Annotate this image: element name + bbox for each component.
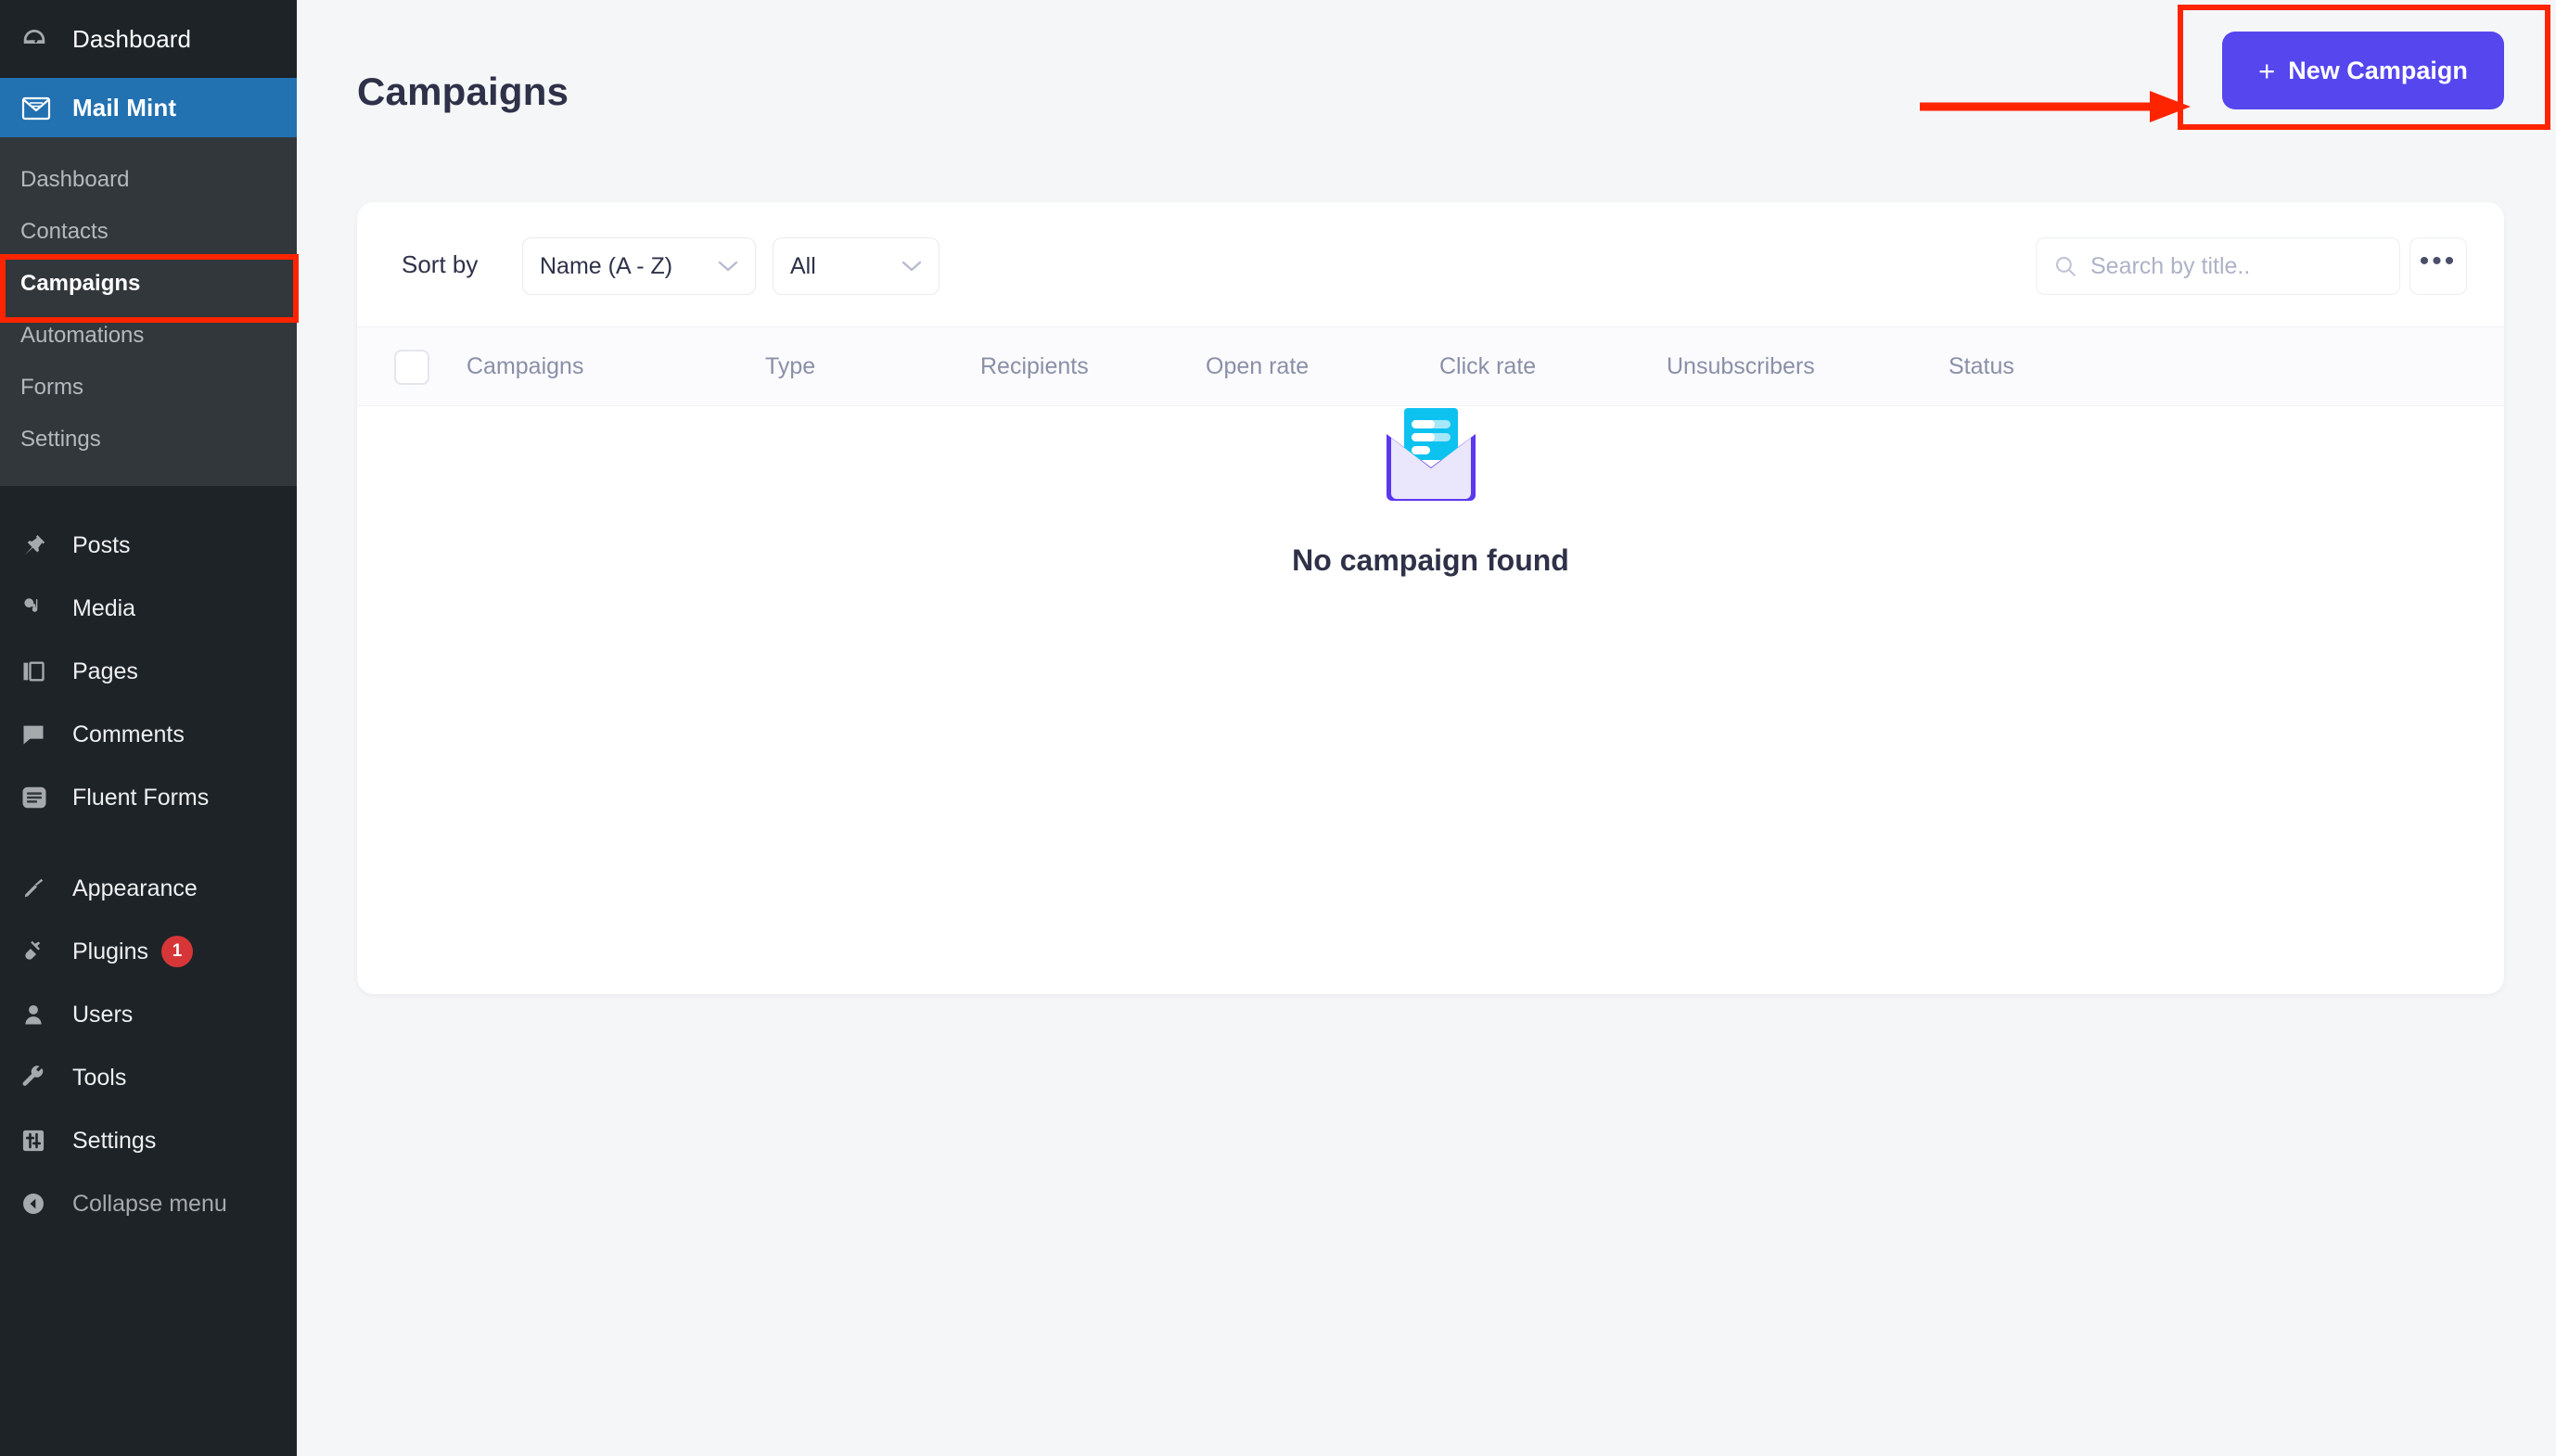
column-header-click-rate[interactable]: Click rate	[1439, 353, 1536, 380]
sidebar-item-label: Appearance	[72, 875, 198, 901]
sidebar-item-label: Mail Mint	[72, 93, 177, 121]
user-icon	[20, 1002, 69, 1028]
sort-select[interactable]: Name (A - Z)	[522, 237, 756, 295]
column-header-campaigns[interactable]: Campaigns	[466, 353, 583, 380]
chevron-down-icon	[887, 260, 922, 273]
sidebar-item-label: Posts	[72, 531, 131, 558]
submenu-item-label: Campaigns	[20, 271, 141, 296]
sidebar-item-users[interactable]: Users	[0, 983, 297, 1046]
sidebar-item-label: Media	[72, 594, 136, 621]
sidebar-item-media[interactable]: Media	[0, 577, 297, 640]
new-campaign-label: New Campaign	[2288, 56, 2468, 84]
plug-icon	[20, 939, 69, 964]
sidebar-item-label: Settings	[72, 1127, 157, 1154]
sidebar-item-label: Users	[72, 1001, 134, 1028]
sidebar-item-label: Comments	[72, 721, 185, 747]
page-title: Campaigns	[357, 70, 569, 113]
sidebar-item-label: Dashboard	[72, 24, 192, 53]
campaigns-toolbar: Sort by Name (A - Z) All Search by title…	[357, 202, 2504, 326]
column-header-recipients[interactable]: Recipients	[980, 353, 1089, 380]
select-all-checkbox[interactable]	[394, 350, 429, 385]
status-filter-select[interactable]: All	[773, 237, 939, 295]
plus-icon: +	[2258, 54, 2276, 87]
envelope-icon	[20, 94, 69, 121]
chevron-down-icon	[703, 260, 738, 273]
pin-icon	[20, 532, 69, 558]
column-header-open-rate[interactable]: Open rate	[1206, 353, 1309, 380]
comment-icon	[20, 722, 69, 747]
sidebar-item-appearance[interactable]: Appearance	[0, 857, 297, 920]
submenu-item-label: Automations	[20, 323, 145, 348]
mail-mint-submenu: Dashboard Contacts Campaigns Automations…	[0, 137, 297, 486]
wrench-icon	[20, 1065, 69, 1091]
sidebar-item-label: Pages	[72, 658, 138, 684]
plugins-update-badge: 1	[161, 936, 193, 967]
submenu-item-campaigns[interactable]: Campaigns	[0, 258, 297, 310]
submenu-item-dashboard[interactable]: Dashboard	[0, 154, 297, 206]
fluent-forms-icon	[20, 784, 69, 811]
sort-select-value: Name (A - Z)	[540, 252, 673, 279]
main-content: Campaigns + New Campaign Sort by Name (A…	[297, 0, 2556, 1456]
sliders-icon	[20, 1128, 69, 1154]
submenu-item-forms[interactable]: Forms	[0, 362, 297, 414]
empty-state: No campaign found	[357, 406, 2504, 578]
media-icon	[20, 595, 69, 621]
sidebar-divider	[0, 486, 297, 514]
sidebar-divider	[0, 829, 297, 857]
dashboard-icon	[20, 25, 69, 53]
column-header-unsubscribers[interactable]: Unsubscribers	[1667, 353, 1815, 380]
search-box[interactable]	[2036, 237, 2400, 295]
submenu-item-contacts[interactable]: Contacts	[0, 206, 297, 258]
sidebar-item-pages[interactable]: Pages	[0, 640, 297, 703]
sidebar-item-collapse-menu[interactable]: Collapse menu	[0, 1172, 297, 1235]
sidebar-item-plugins[interactable]: Plugins 1	[0, 920, 297, 983]
collapse-arrow-icon	[20, 1191, 69, 1217]
sidebar-item-dashboard[interactable]: Dashboard	[0, 0, 297, 78]
column-header-status[interactable]: Status	[1949, 353, 2014, 380]
pages-icon	[20, 658, 69, 684]
sidebar-item-fluent-forms[interactable]: Fluent Forms	[0, 766, 297, 829]
ellipsis-icon: •••	[2419, 245, 2458, 276]
sidebar-item-settings[interactable]: Settings	[0, 1109, 297, 1172]
sidebar-item-label: Fluent Forms	[72, 784, 210, 811]
more-options-button[interactable]: •••	[2409, 237, 2467, 295]
annotation-arrow-icon	[1920, 91, 2191, 122]
submenu-item-label: Settings	[20, 427, 101, 452]
campaigns-table-header: Campaigns Type Recipients Open rate Clic…	[357, 326, 2504, 406]
sidebar-item-tools[interactable]: Tools	[0, 1046, 297, 1109]
sidebar-item-posts[interactable]: Posts	[0, 514, 297, 577]
sidebar-item-label: Plugins	[72, 938, 148, 964]
submenu-item-label: Forms	[20, 375, 83, 400]
wp-admin-sidebar: Dashboard Mail Mint Dashboard Contacts C…	[0, 0, 297, 1456]
sidebar-item-label: Collapse menu	[72, 1190, 227, 1217]
submenu-item-settings[interactable]: Settings	[0, 414, 297, 466]
sidebar-item-comments[interactable]: Comments	[0, 703, 297, 766]
status-filter-value: All	[790, 252, 816, 279]
empty-mail-illustration-icon	[1386, 408, 1476, 501]
submenu-item-label: Dashboard	[20, 167, 130, 192]
brush-icon	[20, 875, 69, 901]
submenu-item-label: Contacts	[20, 219, 109, 244]
search-icon	[2053, 254, 2077, 278]
sidebar-item-mail-mint[interactable]: Mail Mint	[0, 78, 297, 137]
sidebar-item-label: Tools	[72, 1064, 127, 1091]
campaigns-card: Sort by Name (A - Z) All Search by title…	[357, 202, 2504, 994]
search-input[interactable]	[2090, 252, 2383, 280]
sort-by-label: Sort by	[402, 250, 479, 278]
empty-state-title: No campaign found	[1292, 543, 1569, 577]
app-window: Dashboard Mail Mint Dashboard Contacts C…	[0, 0, 2556, 1456]
submenu-item-automations[interactable]: Automations	[0, 310, 297, 362]
new-campaign-button[interactable]: + New Campaign	[2222, 32, 2504, 109]
column-header-type[interactable]: Type	[765, 353, 815, 380]
